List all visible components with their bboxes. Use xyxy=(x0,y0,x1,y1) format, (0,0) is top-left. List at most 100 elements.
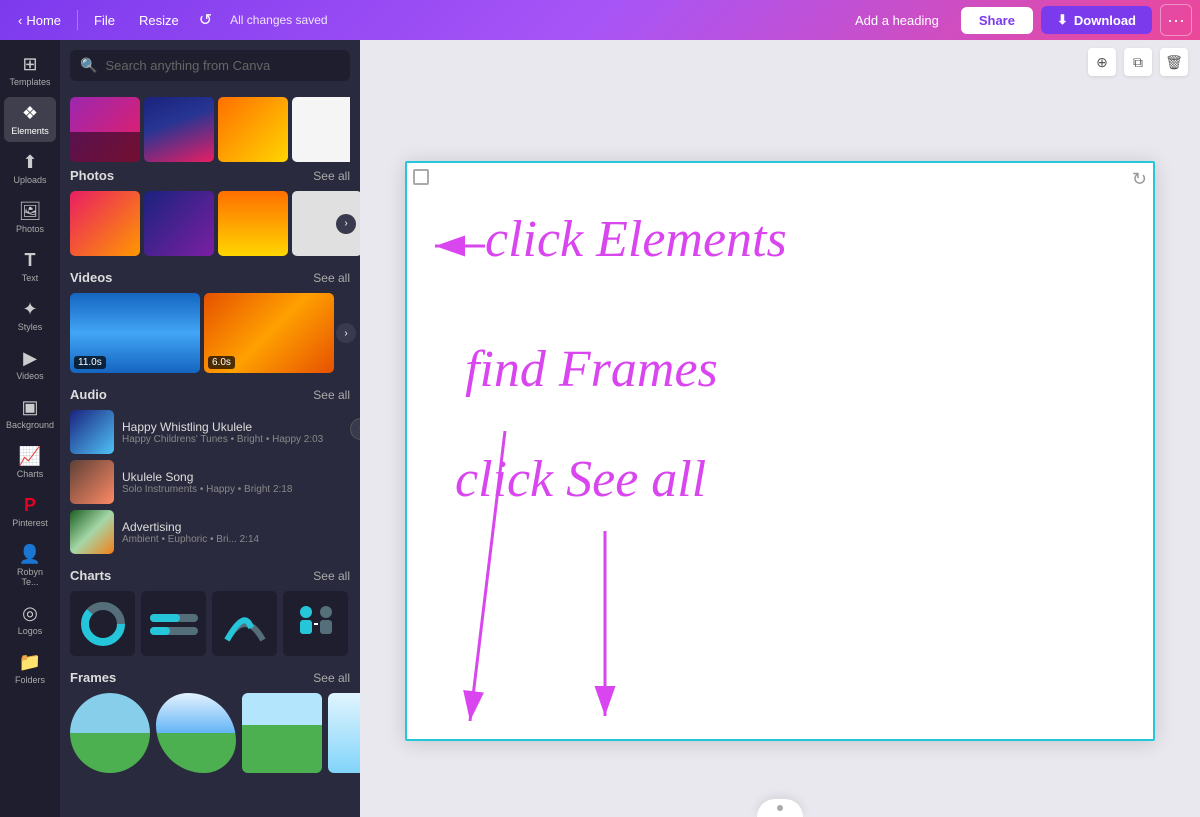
sidebar-item-logos[interactable]: ◎ Logos xyxy=(4,597,56,642)
frame-partial[interactable] xyxy=(328,693,360,773)
chart-donut[interactable] xyxy=(70,591,135,656)
resize-button[interactable]: Resize xyxy=(129,9,189,32)
sidebar-item-charts[interactable]: 📈 Charts xyxy=(4,440,56,485)
folders-icon: 📁 xyxy=(19,652,41,673)
sidebar-item-folders[interactable]: 📁 Folders xyxy=(4,646,56,691)
add-heading-button[interactable]: Add a heading xyxy=(841,7,953,34)
sidebar-item-elements[interactable]: ❖ Elements xyxy=(4,97,56,142)
panel-content: Photos See all › Videos See all xyxy=(60,87,360,817)
bottom-nav-dot xyxy=(777,805,783,811)
audio-info-1: Happy Whistling Ukulele Happy Childrens'… xyxy=(122,420,350,445)
audio-section-title: Audio xyxy=(70,387,107,402)
audio-title-1: Happy Whistling Ukulele xyxy=(122,420,350,434)
topbar: ‹ Home File Resize ↺ All changes saved A… xyxy=(0,0,1200,40)
undo-button[interactable]: ↺ xyxy=(193,6,218,34)
canvas-select-checkbox[interactable] xyxy=(413,169,429,185)
chart-arc[interactable] xyxy=(212,591,277,656)
new-page-button[interactable]: ⊕ xyxy=(1088,48,1116,76)
frame-square[interactable] xyxy=(242,693,322,773)
sidebar-item-charts-label: Charts xyxy=(17,469,44,479)
videos-section: Videos See all 11.0s 6.0s › xyxy=(60,260,360,377)
video-item-2[interactable]: 6.0s xyxy=(204,293,334,373)
audio-meta-2: Solo Instruments • Happy • Bright 2:18 xyxy=(122,484,350,495)
more-options-button[interactable]: ··· xyxy=(1160,4,1192,36)
download-icon: ⬇ xyxy=(1057,12,1068,28)
delete-button[interactable]: 🗑 xyxy=(1160,48,1188,76)
photo-item[interactable] xyxy=(218,97,288,162)
audio-section: Audio See all Happy Whistling Ukulele Ha… xyxy=(60,377,360,558)
photo-item[interactable] xyxy=(144,97,214,162)
audio-info-2: Ukulele Song Solo Instruments • Happy • … xyxy=(122,470,350,495)
chevron-left-icon: ‹ xyxy=(18,13,22,28)
audio-see-all[interactable]: See all xyxy=(313,388,350,402)
video-duration-1: 11.0s xyxy=(74,356,106,369)
photo-item[interactable] xyxy=(292,97,350,162)
chart-people[interactable] xyxy=(283,591,348,656)
audio-thumb-3 xyxy=(70,510,114,554)
file-button[interactable]: File xyxy=(84,9,125,32)
audio-title-2: Ukulele Song xyxy=(122,470,350,484)
sidebar-item-styles[interactable]: ✦ Styles xyxy=(4,293,56,338)
video-duration-2: 6.0s xyxy=(208,356,235,369)
search-input[interactable] xyxy=(105,58,340,73)
videos-section-header: Videos See all xyxy=(70,270,350,285)
duplicate-button[interactable]: ⧉ xyxy=(1124,48,1152,76)
videos-see-all[interactable]: See all xyxy=(313,271,350,285)
photo-item-1[interactable] xyxy=(70,191,140,256)
sidebar-item-templates-label: Templates xyxy=(9,77,50,87)
sidebar-item-templates[interactable]: ⊞ Templates xyxy=(4,48,56,93)
photos-section: Photos See all › xyxy=(60,87,360,260)
photos-next-chevron[interactable]: › xyxy=(336,214,356,234)
sidebar-item-pinterest[interactable]: P Pinterest xyxy=(4,489,56,534)
save-status: All changes saved xyxy=(222,13,335,27)
audio-item-3[interactable]: Advertising Ambient • Euphoric • Bri... … xyxy=(70,510,350,554)
sidebar-item-robyn[interactable]: 👤 Robyn Te... xyxy=(4,538,56,593)
download-button[interactable]: ⬇ Download xyxy=(1041,6,1152,34)
home-button[interactable]: ‹ Home xyxy=(8,9,71,32)
frames-see-all[interactable]: See all xyxy=(313,671,350,685)
sidebar-item-text[interactable]: T Text xyxy=(4,244,56,289)
text-icon: T xyxy=(25,250,36,271)
sidebar-item-styles-label: Styles xyxy=(18,322,43,332)
sidebar-item-photos[interactable]: 🖼 Photos xyxy=(4,195,56,240)
photos-grid: › xyxy=(70,191,350,256)
audio-meta-1: Happy Childrens' Tunes • Bright • Happy … xyxy=(122,434,350,445)
uploads-icon: ⬆ xyxy=(22,152,37,173)
sidebar-item-uploads[interactable]: ⬆ Uploads xyxy=(4,146,56,191)
audio-info-3: Advertising Ambient • Euphoric • Bri... … xyxy=(122,520,350,545)
photos-section-title: Photos xyxy=(70,168,114,183)
audio-item-2[interactable]: Ukulele Song Solo Instruments • Happy • … xyxy=(70,460,350,504)
elements-icon: ❖ xyxy=(22,103,38,124)
canvas-refresh-button[interactable]: ↻ xyxy=(1132,169,1147,190)
audio-meta-3: Ambient • Euphoric • Bri... 2:14 xyxy=(122,534,350,545)
canvas-area: ⊕ ⧉ 🗑 ↻ xyxy=(360,40,1200,817)
arrows-overlay xyxy=(405,161,1155,741)
search-icon: 🔍 xyxy=(80,57,97,74)
videos-section-title: Videos xyxy=(70,270,112,285)
photos-icon: 🖼 xyxy=(19,201,42,222)
photos-see-all[interactable]: See all xyxy=(313,169,350,183)
search-bar: 🔍 xyxy=(60,40,360,87)
audio-thumb-1 xyxy=(70,410,114,454)
videos-next-chevron[interactable]: › xyxy=(336,323,356,343)
frame-cloud[interactable] xyxy=(156,693,236,773)
photo-item-2[interactable] xyxy=(144,191,214,256)
photo-item-3[interactable] xyxy=(218,191,288,256)
audio-list: Happy Whistling Ukulele Happy Childrens'… xyxy=(70,410,350,554)
audio-item-1[interactable]: Happy Whistling Ukulele Happy Childrens'… xyxy=(70,410,350,454)
share-button[interactable]: Share xyxy=(961,7,1033,34)
frame-circle[interactable] xyxy=(70,693,150,773)
video-item-1[interactable]: 11.0s xyxy=(70,293,200,373)
search-input-wrap[interactable]: 🔍 xyxy=(70,50,350,81)
sidebar-item-background-label: Background xyxy=(6,420,54,430)
canvas-toolbar: ⊕ ⧉ 🗑 xyxy=(360,40,1200,84)
chart-progress[interactable] xyxy=(141,591,206,656)
sidebar-item-videos[interactable]: ▶ Videos xyxy=(4,342,56,387)
frames-section: Frames See all › xyxy=(60,660,360,777)
charts-see-all[interactable]: See all xyxy=(313,569,350,583)
sidebar-item-background[interactable]: ▣ Background xyxy=(4,391,56,436)
sidebar-item-elements-label: Elements xyxy=(11,126,49,136)
frames-section-header: Frames See all xyxy=(70,670,350,685)
home-label: Home xyxy=(26,13,61,28)
photo-item[interactable] xyxy=(70,97,140,162)
